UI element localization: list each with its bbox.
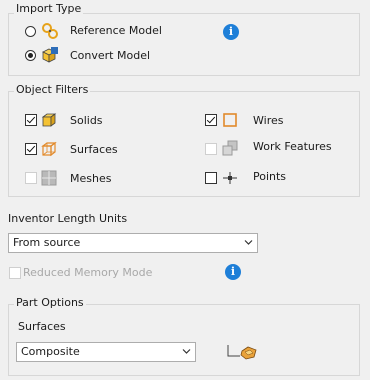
surfaces-icon — [41, 141, 57, 157]
object-filters-title: Object Filters — [14, 83, 91, 96]
surfaces-checkbox[interactable] — [25, 143, 37, 155]
work-features-label[interactable]: Work Features — [253, 140, 332, 154]
part-surfaces-label: Surfaces — [18, 320, 66, 333]
wires-icon — [223, 113, 237, 127]
solids-icon — [41, 113, 57, 127]
length-units-label: Inventor Length Units — [8, 212, 128, 225]
wires-label[interactable]: Wires — [253, 114, 283, 128]
work-features-checkbox[interactable] — [205, 143, 217, 155]
import-type-info-icon[interactable]: i — [223, 24, 239, 40]
part-surfaces-dropdown[interactable]: Composite — [16, 342, 196, 362]
solids-checkbox[interactable] — [25, 114, 37, 126]
length-units-value: From source — [13, 236, 81, 249]
import-type-group — [8, 13, 360, 76]
solids-label[interactable]: Solids — [70, 114, 103, 128]
wires-checkbox[interactable] — [205, 114, 217, 126]
reduced-memory-label[interactable]: Reduced Memory Mode — [23, 266, 152, 280]
convert-model-icon — [42, 47, 58, 63]
part-surfaces-value: Composite — [21, 345, 80, 358]
work-features-icon — [222, 140, 238, 156]
meshes-checkbox[interactable] — [25, 172, 37, 184]
length-units-dropdown[interactable]: From source — [8, 233, 258, 253]
meshes-label[interactable]: Meshes — [70, 172, 111, 186]
meshes-icon — [41, 170, 57, 186]
part-options-group — [8, 304, 360, 376]
surfaces-label[interactable]: Surfaces — [70, 143, 118, 157]
chevron-down-icon — [182, 349, 191, 354]
import-type-title: Import Type — [14, 2, 84, 15]
chevron-down-icon — [244, 240, 253, 245]
reference-model-label[interactable]: Reference Model — [70, 24, 162, 38]
reference-model-icon — [42, 23, 58, 39]
points-label[interactable]: Points — [253, 170, 286, 184]
convert-model-radio[interactable] — [25, 50, 36, 61]
convert-model-label[interactable]: Convert Model — [70, 49, 150, 63]
points-icon — [223, 172, 237, 184]
reduced-memory-info-icon[interactable]: i — [225, 264, 241, 280]
reference-model-radio[interactable] — [25, 26, 36, 37]
part-options-title: Part Options — [14, 296, 86, 309]
points-checkbox[interactable] — [205, 172, 217, 184]
reduced-memory-checkbox[interactable] — [9, 267, 21, 279]
composite-surface-icon — [227, 345, 257, 360]
